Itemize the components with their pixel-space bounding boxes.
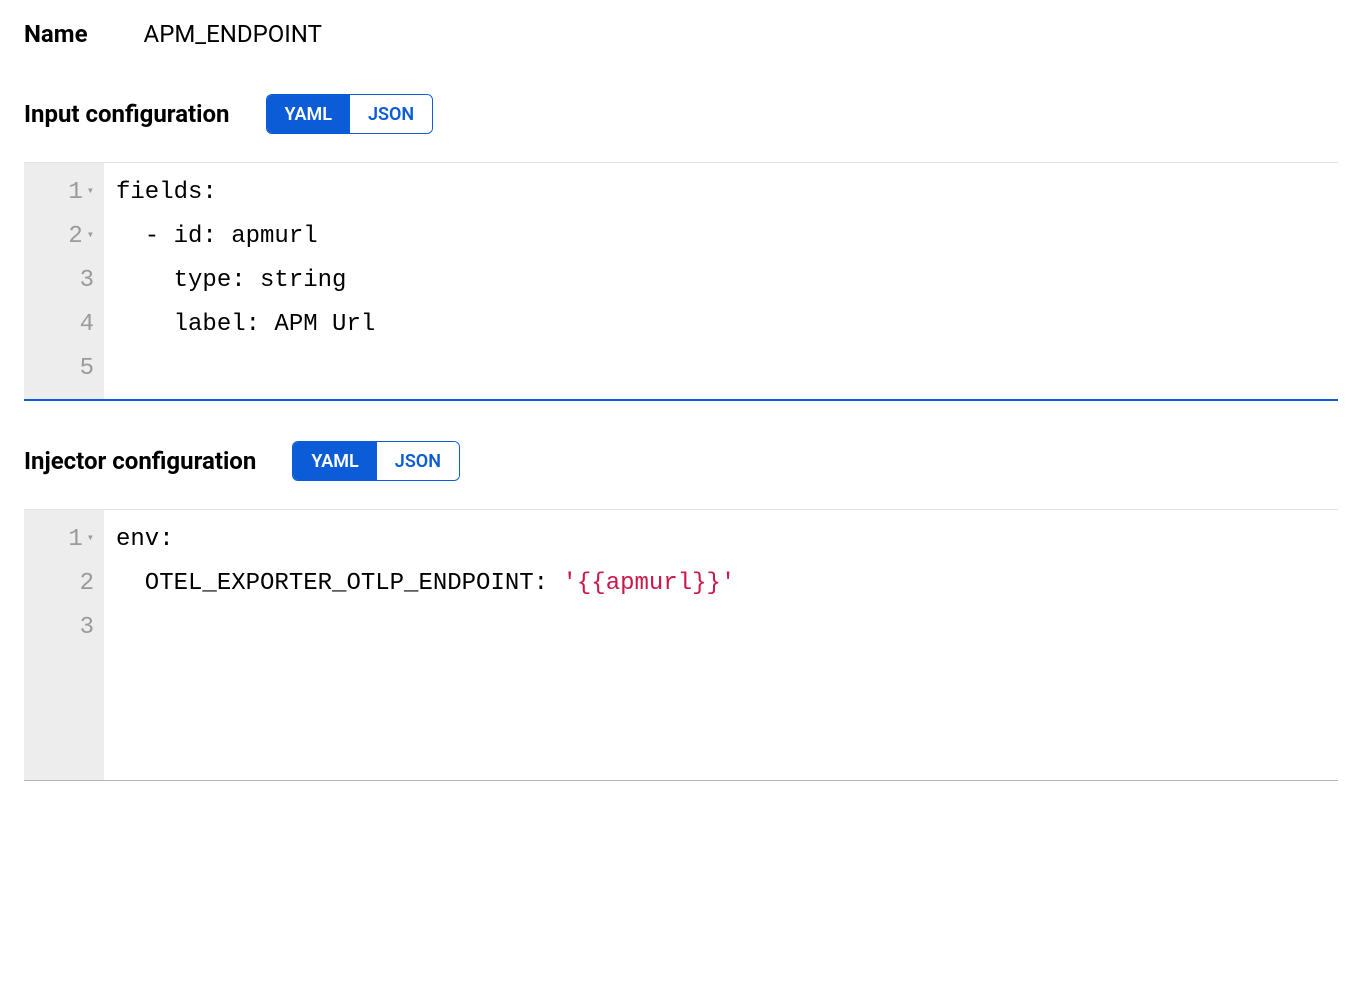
gutter-line: 3 <box>36 259 100 303</box>
line-number: 1 <box>68 518 82 562</box>
input-config-yaml-button[interactable]: YAML <box>267 95 350 133</box>
code-line[interactable]: OTEL_EXPORTER_OTLP_ENDPOINT: '{{apmurl}}… <box>116 562 1326 606</box>
code-string-token: '{{apmurl}}' <box>562 570 735 597</box>
injector-config-json-button[interactable]: JSON <box>377 442 459 480</box>
gutter-line: 4 <box>36 303 100 347</box>
input-config-gutter: 1▾2▾345 <box>24 163 104 399</box>
code-line[interactable] <box>116 606 1326 650</box>
input-config-editor[interactable]: 1▾2▾345 fields: - id: apmurl type: strin… <box>24 162 1338 401</box>
code-line[interactable]: - id: apmurl <box>116 215 1326 259</box>
name-value: APM_ENDPOINT <box>144 20 322 48</box>
code-line[interactable]: type: string <box>116 259 1326 303</box>
input-config-format-toggle: YAML JSON <box>266 94 434 134</box>
gutter-line: 1▾ <box>36 518 100 562</box>
input-config-code[interactable]: fields: - id: apmurl type: string label:… <box>104 163 1338 399</box>
fold-toggle-icon[interactable]: ▾ <box>87 169 94 213</box>
fold-toggle-icon[interactable]: ▾ <box>87 516 94 560</box>
code-line[interactable]: env: <box>116 518 1326 562</box>
injector-config-format-toggle: YAML JSON <box>292 441 460 481</box>
line-number: 2 <box>80 562 94 606</box>
gutter-line: 2 <box>36 562 100 606</box>
fold-toggle-icon[interactable]: ▾ <box>87 213 94 257</box>
code-line[interactable] <box>116 347 1326 391</box>
line-number: 1 <box>68 171 82 215</box>
gutter-line: 1▾ <box>36 171 100 215</box>
line-number: 3 <box>80 259 94 303</box>
line-number: 4 <box>80 303 94 347</box>
code-line[interactable]: fields: <box>116 171 1326 215</box>
line-number: 2 <box>68 215 82 259</box>
code-token: env: <box>116 526 174 553</box>
injector-config-editor[interactable]: 1▾23 env: OTEL_EXPORTER_OTLP_ENDPOINT: '… <box>24 509 1338 781</box>
line-number: 3 <box>80 606 94 650</box>
code-token: OTEL_EXPORTER_OTLP_ENDPOINT: <box>116 570 562 597</box>
gutter-line: 3 <box>36 606 100 650</box>
code-line[interactable]: label: APM Url <box>116 303 1326 347</box>
name-row: Name APM_ENDPOINT <box>24 20 1338 48</box>
input-config-header: Input configuration YAML JSON <box>24 94 1338 134</box>
injector-config-code[interactable]: env: OTEL_EXPORTER_OTLP_ENDPOINT: '{{apm… <box>104 510 1338 780</box>
input-config-json-button[interactable]: JSON <box>350 95 432 133</box>
name-label: Name <box>24 20 88 48</box>
injector-config-header: Injector configuration YAML JSON <box>24 441 1338 481</box>
injector-config-yaml-button[interactable]: YAML <box>293 442 376 480</box>
input-config-label: Input configuration <box>24 100 230 128</box>
gutter-line: 5 <box>36 347 100 391</box>
injector-config-gutter: 1▾23 <box>24 510 104 780</box>
gutter-line: 2▾ <box>36 215 100 259</box>
injector-config-label: Injector configuration <box>24 447 256 475</box>
line-number: 5 <box>80 347 94 391</box>
